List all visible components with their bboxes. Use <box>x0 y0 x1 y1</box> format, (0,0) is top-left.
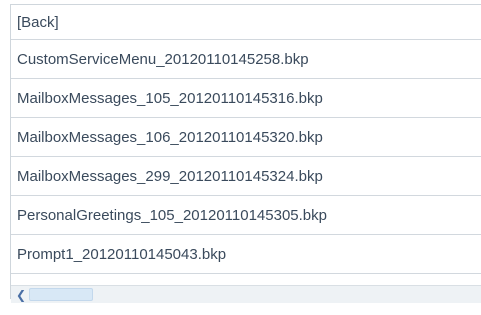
scrollbar-thumb[interactable] <box>29 288 93 301</box>
list-item-file[interactable]: CustomServiceMenu_20120110145258.bkp <box>11 40 481 79</box>
file-name: MailboxMessages_106_20120110145320.bkp <box>17 128 323 146</box>
file-name: PersonalGreetings_105_20120110145305.bkp <box>17 206 327 224</box>
list-item-file[interactable]: MailboxMessages_299_20120110145324.bkp <box>11 157 481 196</box>
back-link[interactable]: [Back] <box>11 5 481 40</box>
list-item-file[interactable]: Prompt1_20120110145043.bkp <box>11 235 481 274</box>
file-name: Prompt1_20120110145043.bkp <box>17 245 227 263</box>
backup-file-list: [Back] CustomServiceMenu_20120110145258.… <box>11 5 481 285</box>
list-item-file[interactable]: PersonalGreetings_105_20120110145305.bkp <box>11 196 481 235</box>
file-browser-panel: [Back] CustomServiceMenu_20120110145258.… <box>0 0 481 315</box>
horizontal-scrollbar[interactable]: ❮ <box>11 285 481 303</box>
file-name: MailboxMessages_105_20120110145316.bkp <box>17 89 323 107</box>
file-name: CustomServiceMenu_20120110145258.bkp <box>17 50 309 68</box>
file-name: MailboxMessages_299_20120110145324.bkp <box>17 167 323 185</box>
list-item-file[interactable]: MailboxMessages_106_20120110145320.bkp <box>11 118 481 157</box>
list-item-file[interactable]: MailboxMessages_105_20120110145316.bkp <box>11 79 481 118</box>
chevron-left-icon[interactable]: ❮ <box>13 287 29 302</box>
scroll-left-glyph: ❮ <box>15 287 27 302</box>
back-link-label: [Back] <box>17 13 59 31</box>
